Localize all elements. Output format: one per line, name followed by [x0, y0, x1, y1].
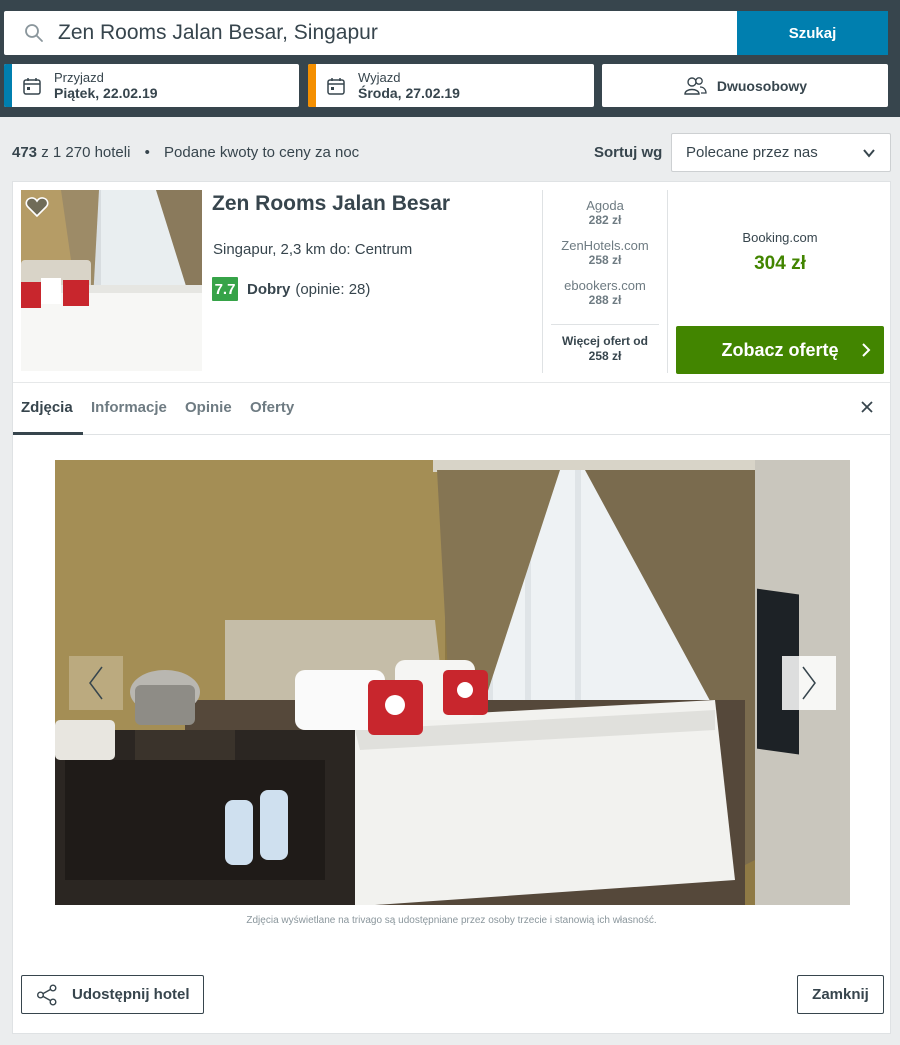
results-count: 473: [12, 144, 38, 161]
rating-word: Dobry: [247, 280, 291, 298]
checkout-value: Środa, 27.02.19: [358, 84, 460, 101]
partner-name: Agoda: [586, 198, 624, 213]
more-offers-link[interactable]: Więcej ofert od 258 zł: [551, 334, 659, 364]
sort-selected: Polecane przez nas: [686, 144, 818, 161]
divider: [667, 190, 668, 373]
search-header: Szukaj Przyjazd Piątek, 22.02.19 Wyjazd …: [0, 0, 900, 117]
partner-offer[interactable]: ebookers.com 288 zł: [551, 278, 659, 308]
hotel-card: Zen Rooms Jalan Besar Singapur, 2,3 km d…: [12, 181, 891, 1034]
partner-offers: Agoda 282 zł ZenHotels.com 258 zł ebooke…: [551, 198, 659, 318]
checkin-label: Przyjazd: [54, 69, 104, 85]
partner-offer[interactable]: ZenHotels.com 258 zł: [551, 238, 659, 268]
more-offers-price: 258 zł: [588, 349, 622, 363]
search-field[interactable]: [4, 11, 738, 55]
main-offer-provider: Booking.com: [742, 230, 818, 245]
search-input[interactable]: [58, 21, 698, 45]
search-button[interactable]: Szukaj: [737, 11, 888, 55]
partner-price: 282 zł: [588, 213, 622, 227]
results-separator: •: [144, 144, 150, 161]
detail-tabs: Zdjęcia Informacje Opinie Oferty: [13, 383, 890, 435]
chevron-right-icon: [802, 666, 816, 700]
chevron-right-icon: [862, 343, 871, 357]
hotel-thumbnail[interactable]: [21, 190, 202, 371]
tab-photos[interactable]: Zdjęcia: [21, 399, 73, 416]
rating-score: 7.7: [212, 277, 238, 301]
hotel-room-photo: [55, 460, 850, 905]
calendar-icon: [23, 77, 41, 95]
hotel-name[interactable]: Zen Rooms Jalan Besar: [212, 192, 450, 216]
divider: [542, 190, 543, 373]
share-icon: [37, 984, 57, 1005]
checkin-accent-bar: [4, 64, 12, 107]
sort-dropdown[interactable]: Polecane przez nas: [671, 133, 891, 172]
hotel-location: Singapur, 2,3 km do: Centrum: [213, 241, 413, 258]
partner-offer[interactable]: Agoda 282 zł: [551, 198, 659, 228]
chevron-down-icon: [863, 149, 875, 158]
checkout-label: Wyjazd: [358, 69, 401, 85]
checkout-field[interactable]: Wyjazd Środa, 27.02.19: [308, 64, 594, 107]
heart-icon[interactable]: [25, 196, 49, 218]
results-summary: 473 z 1 270 hoteli • Podane kwoty to cen…: [12, 144, 359, 161]
hotel-rating[interactable]: 7.7 Dobry (opinie: 28): [212, 277, 370, 301]
close-icon[interactable]: [859, 399, 875, 415]
sort-label: Sortuj wg: [594, 144, 663, 161]
photo-gallery[interactable]: [55, 460, 850, 905]
chevron-left-icon: [89, 666, 103, 700]
room-type-label: Dwuosobowy: [716, 77, 808, 94]
partner-name: ebookers.com: [564, 278, 646, 293]
more-offers-label: Więcej ofert od: [562, 334, 648, 348]
main-offer[interactable]: Booking.com 304 zł: [676, 230, 884, 275]
tab-offers[interactable]: Oferty: [250, 399, 294, 416]
partner-name: ZenHotels.com: [561, 238, 649, 253]
tab-reviews[interactable]: Opinie: [185, 399, 232, 416]
view-deal-button[interactable]: Zobacz ofertę: [676, 326, 884, 374]
checkout-accent-bar: [308, 64, 316, 107]
share-hotel-button[interactable]: Udostępnij hotel: [21, 975, 204, 1014]
rating-count: (opinie: 28): [295, 280, 371, 298]
main-offer-price: 304 zł: [754, 253, 806, 274]
results-total: z 1 270 hoteli: [41, 144, 131, 161]
view-deal-label: Zobacz ofertę: [721, 339, 839, 360]
active-tab-indicator: [13, 432, 83, 435]
partner-price: 258 zł: [588, 253, 622, 267]
guests-icon: [684, 76, 707, 95]
calendar-icon: [327, 77, 345, 95]
next-photo-button[interactable]: [782, 656, 836, 710]
close-button[interactable]: Zamknij: [797, 975, 884, 1014]
price-note: Podane kwoty to ceny za noc: [164, 144, 360, 161]
checkin-field[interactable]: Przyjazd Piątek, 22.02.19: [4, 64, 299, 107]
share-hotel-label: Udostępnij hotel: [72, 986, 190, 1003]
previous-photo-button[interactable]: [69, 656, 123, 710]
search-icon: [25, 24, 43, 42]
checkin-value: Piątek, 22.02.19: [54, 84, 158, 101]
photo-disclaimer: Zdjęcia wyświetlane na trivago są udostę…: [246, 915, 657, 926]
divider: [551, 324, 659, 325]
partner-price: 288 zł: [588, 293, 622, 307]
room-type-selector[interactable]: Dwuosobowy: [602, 64, 888, 107]
tab-info[interactable]: Informacje: [91, 399, 167, 416]
